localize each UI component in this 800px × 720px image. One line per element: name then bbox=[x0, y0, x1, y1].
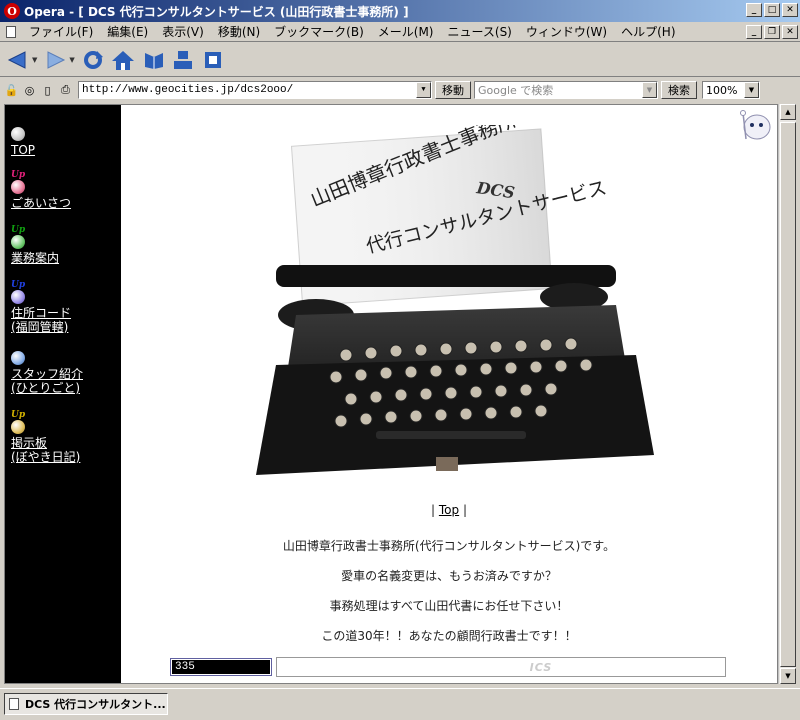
print-icon[interactable] bbox=[171, 48, 195, 72]
search-placeholder: Google で検索 bbox=[478, 84, 554, 97]
nav-separator: | bbox=[431, 503, 436, 517]
main-content: 山田博章行政書士事務所 DCS 代行コンサルタントサービス | Top | 山田… bbox=[121, 105, 777, 683]
top-link[interactable]: Top bbox=[439, 503, 459, 517]
close-button[interactable]: ✕ bbox=[782, 3, 798, 17]
sidebar-item-address-code[interactable]: Up 住所コード (福岡管轄) bbox=[11, 281, 71, 334]
minimize-button[interactable]: _ bbox=[746, 3, 762, 17]
sidebar-item-sublabel[interactable]: (ひとりごと) bbox=[11, 381, 83, 395]
title-bar: O Opera - [ DCS 代行コンサルタントサービス (山田行政書士事務所… bbox=[0, 0, 800, 22]
scroll-thumb[interactable] bbox=[780, 122, 796, 667]
go-button[interactable]: 移動 bbox=[435, 81, 471, 99]
ball-icon bbox=[11, 127, 25, 141]
reload-icon[interactable] bbox=[81, 48, 105, 72]
menu-news[interactable]: ニュース(S) bbox=[440, 23, 518, 40]
window-title: Opera - [ DCS 代行コンサルタントサービス (山田行政書士事務所) … bbox=[24, 4, 409, 19]
opera-logo-icon: O bbox=[4, 3, 20, 19]
ball-icon bbox=[11, 180, 25, 194]
url-dropdown-icon[interactable]: ▼ bbox=[416, 82, 431, 98]
vertical-scrollbar[interactable]: ▲ ▼ bbox=[778, 104, 796, 684]
up-badge: Up bbox=[11, 410, 26, 420]
zoom-value: 100% bbox=[706, 83, 738, 97]
forward-history-dropdown-icon[interactable]: ▼ bbox=[69, 56, 74, 64]
sidebar-item-sublabel[interactable]: (ぼやき日記) bbox=[11, 450, 80, 464]
intro-line-4: この道30年！！あなたの顧問行政書士です！！ bbox=[321, 629, 577, 643]
menu-bookmarks[interactable]: ブックマーク(B) bbox=[267, 23, 371, 40]
web-page: TOP Up ごあいさつ Up 業務案内 Up 住所コード (福岡管轄) スタッ… bbox=[4, 104, 778, 684]
url-text: http://www.geocities.jp/dcs2ooo/ bbox=[82, 84, 294, 96]
search-button[interactable]: 検索 bbox=[661, 81, 697, 99]
sidebar-item-staff[interactable]: スタッフ紹介 (ひとりごと) bbox=[11, 351, 83, 395]
sidebar-item-label[interactable]: 業務案内 bbox=[11, 251, 59, 265]
ball-icon bbox=[11, 290, 25, 304]
back-history-dropdown-icon[interactable]: ▼ bbox=[32, 56, 37, 64]
up-badge: Up bbox=[11, 170, 26, 180]
document-icon bbox=[9, 698, 19, 710]
ball-icon bbox=[11, 235, 25, 249]
forward-icon[interactable] bbox=[43, 48, 67, 72]
nav-separator: | bbox=[462, 503, 467, 517]
sidebar-item-label[interactable]: ごあいさつ bbox=[11, 196, 71, 210]
sidebar-item-bbs[interactable]: Up 掲示板 (ぼやき日記) bbox=[11, 411, 80, 464]
home-icon[interactable] bbox=[111, 48, 135, 72]
doc-close-button[interactable]: ✕ bbox=[782, 25, 798, 39]
intro-line-2: 愛車の名義変更は、もうお済みですか？ bbox=[341, 569, 557, 583]
security-icon[interactable]: 🔓 bbox=[4, 83, 19, 98]
intro-line-3: 事務処理はすべて山田代書にお任せ下さい！ bbox=[329, 599, 569, 613]
sidebar-item-greeting[interactable]: Up ごあいさつ bbox=[11, 171, 71, 210]
banner-box: ICS bbox=[276, 657, 726, 677]
bookmark-icon[interactable] bbox=[141, 48, 165, 72]
ball-icon bbox=[11, 420, 25, 434]
user-icon[interactable] bbox=[201, 48, 225, 72]
zoom-select[interactable]: 100% ▼ bbox=[702, 81, 760, 99]
sidebar-item-label[interactable]: 掲示板 bbox=[11, 436, 80, 450]
sidebar-item-sublabel[interactable]: (福岡管轄) bbox=[11, 320, 71, 334]
up-badge: Up bbox=[11, 280, 26, 290]
scroll-down-icon[interactable]: ▼ bbox=[780, 668, 796, 684]
menu-mail[interactable]: メール(M) bbox=[371, 23, 441, 40]
printer-small-icon[interactable]: ⎙ bbox=[58, 83, 73, 98]
document-icon bbox=[6, 25, 16, 38]
menu-bar: ファイル(F) 編集(E) 表示(V) 移動(N) ブックマーク(B) メール(… bbox=[0, 22, 800, 42]
url-input[interactable]: http://www.geocities.jp/dcs2ooo/ ▼ bbox=[78, 81, 432, 99]
page-icon[interactable]: ▯ bbox=[40, 83, 55, 98]
site-sidebar: TOP Up ごあいさつ Up 業務案内 Up 住所コード (福岡管轄) スタッ… bbox=[5, 105, 121, 683]
banner-text: ICS bbox=[529, 660, 553, 674]
intro-line-1: 山田博章行政書士事務所(代行コンサルタントサービス)です。 bbox=[282, 539, 616, 553]
address-bar: 🔓 ◎ ▯ ⎙ http://www.geocities.jp/dcs2ooo/… bbox=[0, 78, 800, 102]
scroll-up-icon[interactable]: ▲ bbox=[780, 104, 796, 120]
maximize-button[interactable]: □ bbox=[764, 3, 780, 17]
mascot-icon bbox=[740, 110, 771, 140]
menu-edit[interactable]: 編集(E) bbox=[100, 23, 155, 40]
navigation-toolbar: ▼ ▼ bbox=[0, 43, 800, 77]
sidebar-item-top[interactable]: TOP bbox=[11, 127, 35, 157]
menu-help[interactable]: ヘルプ(H) bbox=[614, 23, 682, 40]
back-icon[interactable] bbox=[6, 48, 30, 72]
typewriter-hero-image: 山田博章行政書士事務所 DCS 代行コンサルタントサービス bbox=[256, 125, 654, 475]
camera-icon[interactable]: ◎ bbox=[22, 83, 37, 98]
search-dropdown-icon[interactable]: ▼ bbox=[642, 82, 657, 98]
sidebar-item-label[interactable]: TOP bbox=[11, 143, 35, 157]
access-counter: 335 bbox=[170, 658, 272, 676]
taskbar: DCS 代行コンサルタント... bbox=[0, 688, 800, 720]
doc-minimize-button[interactable]: _ bbox=[746, 25, 762, 39]
ball-icon bbox=[11, 351, 25, 365]
sidebar-item-services[interactable]: Up 業務案内 bbox=[11, 226, 59, 265]
sidebar-item-label[interactable]: 住所コード bbox=[11, 306, 71, 320]
sidebar-item-label[interactable]: スタッフ紹介 bbox=[11, 367, 83, 381]
up-badge: Up bbox=[11, 225, 26, 235]
menu-view[interactable]: 表示(V) bbox=[155, 23, 211, 40]
search-input[interactable]: Google で検索 ▼ bbox=[474, 81, 658, 99]
zoom-dropdown-icon[interactable]: ▼ bbox=[744, 82, 759, 98]
taskbar-window-button[interactable]: DCS 代行コンサルタント... bbox=[4, 693, 168, 715]
menu-file[interactable]: ファイル(F) bbox=[22, 23, 100, 40]
menu-navigate[interactable]: 移動(N) bbox=[211, 23, 267, 40]
taskbar-window-label: DCS 代行コンサルタント... bbox=[25, 698, 166, 711]
top-nav: | Top | bbox=[121, 503, 777, 517]
menu-window[interactable]: ウィンドウ(W) bbox=[519, 23, 614, 40]
doc-restore-button[interactable]: ❐ bbox=[764, 25, 780, 39]
